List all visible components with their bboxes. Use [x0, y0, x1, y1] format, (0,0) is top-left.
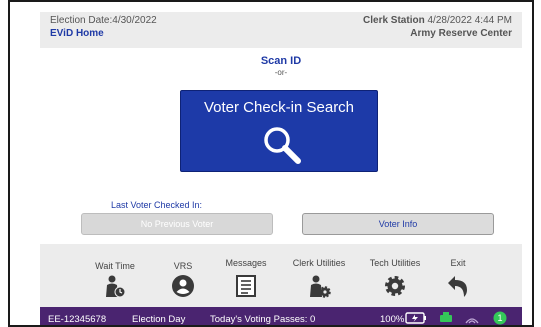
or-separator: -or- — [274, 68, 288, 77]
location-label: Army Reserve Center — [410, 28, 512, 39]
device-id: EE-12345678 — [48, 314, 107, 325]
clerk-utilities-label: Clerk Utilities — [292, 258, 346, 268]
election-mode: Election Day — [132, 314, 186, 325]
vrs-button[interactable]: VRS — [148, 244, 218, 307]
tech-utilities-label: Tech Utilities — [369, 258, 421, 268]
battery-percent: 100% — [380, 314, 405, 325]
exit-button[interactable]: Exit — [423, 244, 493, 307]
voter-check-in-search-button[interactable]: Voter Check-in Search — [180, 90, 378, 172]
notification-badge: 1 — [493, 311, 507, 325]
election-date: Election Date:4/30/2022 — [50, 15, 157, 26]
notification-count: 1 — [497, 313, 502, 323]
wait-time-label: Wait Time — [95, 261, 135, 271]
wifi-icon — [465, 318, 479, 324]
header-bar: Election Date:4/30/2022 EViD Home Clerk … — [40, 12, 522, 48]
person-circle-icon — [172, 275, 194, 297]
status-bar: EE-12345678 Election Day Today's Voting … — [40, 307, 522, 325]
person-clock-icon — [106, 275, 126, 298]
last-voter-label: Last Voter Checked In: — [111, 200, 203, 210]
voting-passes: Today's Voting Passes: 0 — [210, 314, 316, 325]
messages-icon — [236, 275, 256, 297]
status-icons: 1 — [405, 311, 507, 325]
exit-label: Exit — [450, 258, 466, 268]
search-button-label: Voter Check-in Search — [203, 99, 355, 116]
station-datetime: 4/28/2022 4:44 PM — [427, 15, 512, 26]
station-label: Clerk Station — [363, 15, 425, 26]
station-info: Clerk Station 4/28/2022 4:44 PM — [363, 15, 512, 26]
magnifier-icon — [264, 127, 301, 164]
battery-icon — [405, 312, 426, 324]
breadcrumb-home[interactable]: EViD Home — [50, 28, 104, 39]
bottom-toolbar: Wait Time VRS Messages Clerk Utilities T… — [40, 244, 522, 307]
main-panel: Scan ID -or- Voter Check-in Search Last … — [40, 48, 522, 244]
printer-icon — [440, 312, 452, 322]
wait-time-button[interactable]: Wait Time — [80, 244, 150, 307]
voter-info-button[interactable]: Voter Info — [302, 213, 494, 235]
app-window: Election Date:4/30/2022 EViD Home Clerk … — [8, 0, 534, 327]
vrs-label: VRS — [173, 261, 193, 271]
gear-icon — [385, 276, 405, 296]
clerk-utilities-button[interactable]: Clerk Utilities — [284, 244, 354, 307]
tech-utilities-button[interactable]: Tech Utilities — [360, 244, 430, 307]
messages-button[interactable]: Messages — [211, 244, 281, 307]
no-previous-voter-button[interactable]: No Previous Voter — [81, 213, 273, 235]
scan-id-label: Scan ID — [260, 55, 302, 67]
person-gear-icon — [310, 275, 331, 298]
messages-label: Messages — [225, 258, 267, 268]
exit-arrow-icon — [448, 276, 467, 297]
